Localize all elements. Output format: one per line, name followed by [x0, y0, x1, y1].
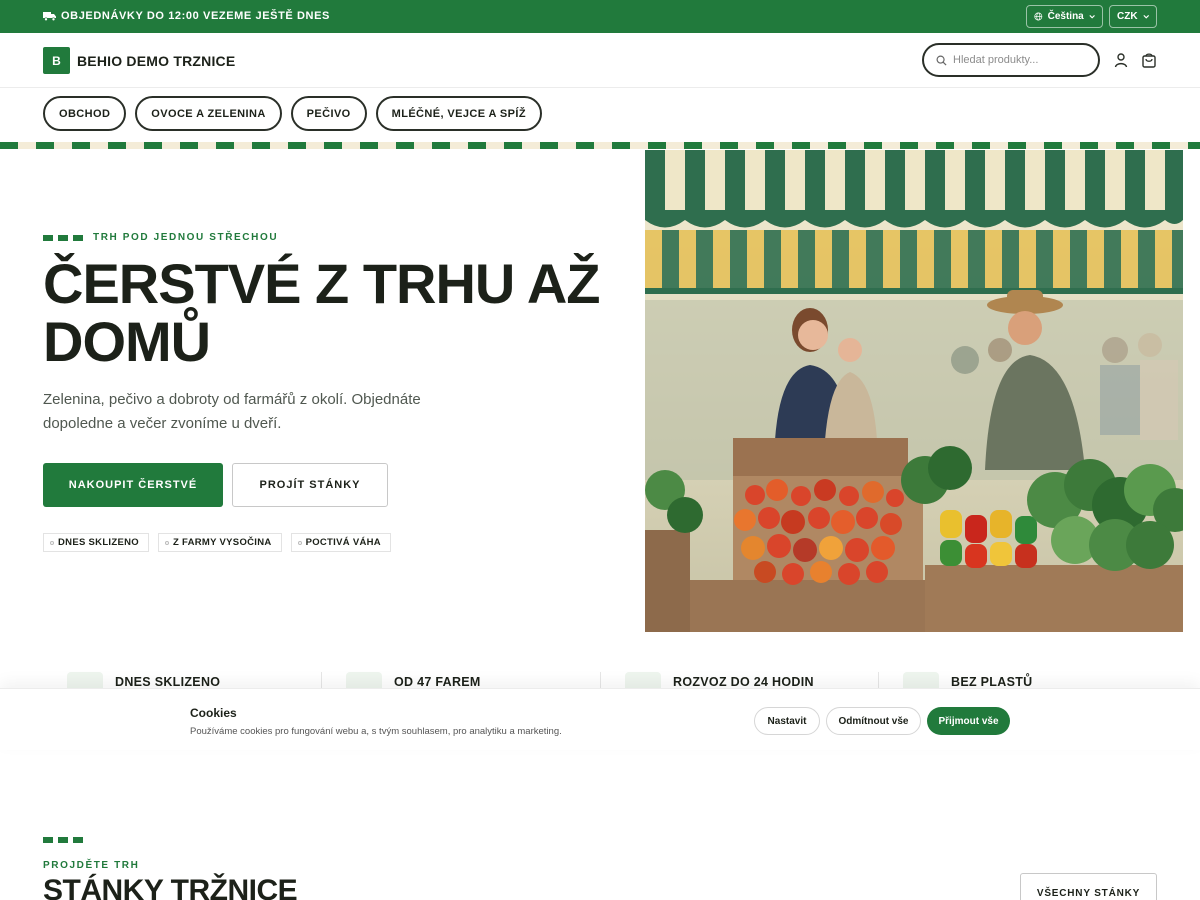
site-name[interactable]: BEHIO DEMO TRZNICE [77, 53, 235, 69]
currency-selector[interactable]: CZK [1109, 5, 1157, 28]
decorative-stripe-divider [0, 142, 1200, 149]
chevron-down-icon [1142, 14, 1149, 19]
hero-tag-label: POCTIVÁ VÁHA [305, 537, 381, 548]
decorative-dots [43, 234, 83, 241]
cookie-text: Používáme cookies pro fungování webu a, … [190, 726, 562, 737]
hero-subtitle: Zelenina, pečivo a dobroty od farmářů z … [43, 391, 421, 432]
stalls-eyebrow: PROJDĚTE TRH [43, 860, 140, 871]
feature-title: ROZVOZ DO 24 HODIN [673, 675, 814, 689]
hero-market-image [645, 150, 1183, 632]
hero-eyebrow-text: TRH POD JEDNOU STŘECHOU [93, 232, 279, 243]
hero-tag: Z FARMY VYSOČINA [157, 533, 282, 552]
shopping-bag-icon[interactable] [1141, 52, 1157, 68]
stalls-title: STÁNKY TRŽNICE [43, 874, 298, 900]
nav-item-mlecne-vejce-spiz[interactable]: MLÉČNÉ, VEJCE A SPÍŽ [375, 96, 542, 131]
category-nav: OBCHOD OVOCE A ZELENINA PEČIVO MLÉČNÉ, V… [43, 96, 542, 131]
feature-title: OD 47 FAREM [394, 675, 481, 689]
cookie-settings-button[interactable]: Nastavit [754, 707, 820, 735]
user-account-icon[interactable] [1113, 52, 1129, 68]
hero-tag-label: DNES SKLIZENO [58, 537, 139, 548]
hero-tag: POCTIVÁ VÁHA [290, 533, 391, 552]
hero-eyebrow: TRH POD JEDNOU STŘECHOU [43, 232, 278, 243]
cookie-banner: Cookies Používáme cookies pro fungování … [0, 688, 1200, 750]
hero-tag-label: Z FARMY VYSOČINA [172, 537, 272, 548]
hero-title: ČERSTVÉ Z TRHU AŽ DOMŮ [43, 252, 600, 373]
announcement-text: OBJEDNÁVKY DO 12:00 VEZEME JEŠTĚ DNES [61, 10, 330, 22]
announcement-bar: OBJEDNÁVKY DO 12:00 VEZEME JEŠTĚ DNES Če… [0, 0, 1200, 33]
site-header: B BEHIO DEMO TRZNICE [0, 33, 1200, 88]
search-icon [936, 55, 947, 66]
cookie-reject-button[interactable]: Odmítnout vše [826, 707, 921, 735]
currency-label: CZK [1117, 11, 1138, 22]
hero-tag: DNES SKLIZENO [43, 533, 149, 552]
nav-item-obchod[interactable]: OBCHOD [43, 96, 127, 131]
language-label: Čeština [1047, 11, 1084, 22]
cookie-title: Cookies [190, 706, 237, 720]
nav-item-ovoce-a-zelenina[interactable]: OVOCE A ZELENINA [135, 96, 282, 131]
logo-mark[interactable]: B [43, 47, 70, 74]
cookie-accept-button[interactable]: Přijmout vše [927, 707, 1010, 735]
language-selector[interactable]: Čeština [1026, 5, 1103, 28]
shop-fresh-button[interactable]: NAKOUPIT ČERSTVÉ [43, 463, 223, 507]
browse-stalls-button[interactable]: PROJÍT STÁNKY [232, 463, 388, 507]
feature-title: BEZ PLASTŮ [951, 675, 1033, 689]
hero-tags: DNES SKLIZENO Z FARMY VYSOČINA POCTIVÁ V… [43, 533, 391, 552]
globe-icon [1034, 12, 1043, 21]
nav-item-pecivo[interactable]: PEČIVO [290, 96, 367, 131]
decorative-dots [43, 837, 83, 843]
search-bar[interactable] [922, 43, 1100, 77]
search-input[interactable] [953, 54, 1093, 66]
feature-title: DNES SKLIZENO [115, 675, 221, 689]
chevron-down-icon [1089, 14, 1095, 19]
all-stalls-button[interactable]: VŠECHNY STÁNKY [1020, 873, 1157, 900]
delivery-truck-icon [43, 12, 56, 21]
